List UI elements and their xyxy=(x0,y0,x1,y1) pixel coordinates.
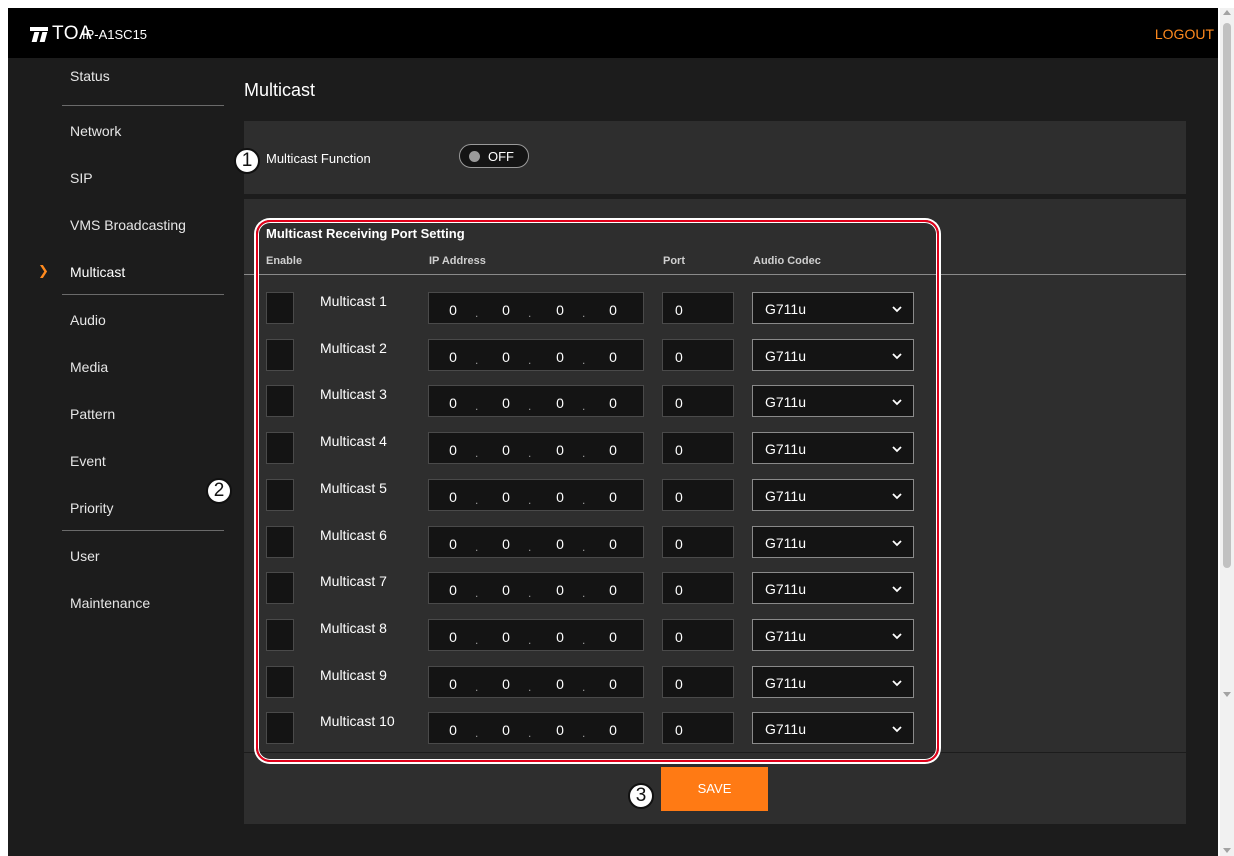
scroll-end-arrow-icon[interactable] xyxy=(1223,848,1231,853)
sidebar-item-label: Audio xyxy=(70,312,106,328)
active-arrow-icon: ❯ xyxy=(38,263,49,278)
sidebar-item-status[interactable]: Status xyxy=(8,58,224,105)
sidebar-item-label: Maintenance xyxy=(70,595,151,611)
page-title: Multicast xyxy=(244,80,316,100)
sidebar-item-audio[interactable]: Audio xyxy=(8,295,224,342)
header-bar: TOA IP-A1SC15 LOGOUT xyxy=(8,8,1218,58)
sidebar-item-label: Network xyxy=(70,123,122,139)
sidebar-item-event[interactable]: Event xyxy=(8,436,224,483)
callout-marker-3: 3 xyxy=(628,783,654,809)
vertical-scrollbar[interactable] xyxy=(1220,8,1234,856)
model-name: IP-A1SC15 xyxy=(82,27,148,42)
sidebar-item-sip[interactable]: SIP xyxy=(8,153,224,200)
sidebar-item-label: Event xyxy=(70,453,106,469)
callout-highlight-box xyxy=(256,220,939,762)
sidebar-item-user[interactable]: User xyxy=(8,531,224,578)
logout-link[interactable]: LOGOUT xyxy=(1155,26,1214,42)
toggle-state-text: OFF xyxy=(488,149,514,164)
sidebar-item-label: User xyxy=(70,548,100,564)
sidebar-item-label: Multicast xyxy=(70,264,126,280)
sidebar-item-multicast[interactable]: ❯ Multicast xyxy=(8,247,224,294)
sidebar-item-label: Status xyxy=(70,68,110,84)
sidebar-item-label: Media xyxy=(70,359,109,375)
sidebar-item-label: Priority xyxy=(70,500,114,516)
multicast-function-toggle[interactable]: OFF xyxy=(459,144,529,168)
sidebar-item-label: VMS Broadcasting xyxy=(70,217,186,233)
sidebar-nav: Status Network SIP VMS Broadcasting ❯ Mul… xyxy=(8,58,224,625)
sidebar-item-network[interactable]: Network xyxy=(8,106,224,153)
sidebar-item-pattern[interactable]: Pattern xyxy=(8,389,224,436)
sidebar-item-maintenance[interactable]: Maintenance xyxy=(8,578,224,625)
sidebar-item-vms-broadcasting[interactable]: VMS Broadcasting xyxy=(8,200,224,247)
toa-logo-icon xyxy=(30,26,48,42)
callout-marker-1: 1 xyxy=(234,148,260,174)
scrollbar-thumb[interactable] xyxy=(1223,23,1231,568)
save-panel: SAVE xyxy=(244,753,1186,824)
scroll-up-arrow-icon[interactable] xyxy=(1223,10,1231,15)
toggle-knob xyxy=(469,151,480,162)
sidebar-item-priority[interactable]: Priority xyxy=(8,483,224,530)
sidebar-item-label: Pattern xyxy=(70,406,116,422)
sidebar-item-media[interactable]: Media xyxy=(8,342,224,389)
scroll-down-arrow-icon[interactable] xyxy=(1223,692,1231,697)
multicast-function-label: Multicast Function xyxy=(266,151,371,166)
sidebar-item-label: SIP xyxy=(70,170,93,186)
save-button[interactable]: SAVE xyxy=(661,767,768,811)
callout-marker-2: 2 xyxy=(206,478,232,504)
multicast-function-panel: Multicast Function OFF xyxy=(244,121,1186,194)
